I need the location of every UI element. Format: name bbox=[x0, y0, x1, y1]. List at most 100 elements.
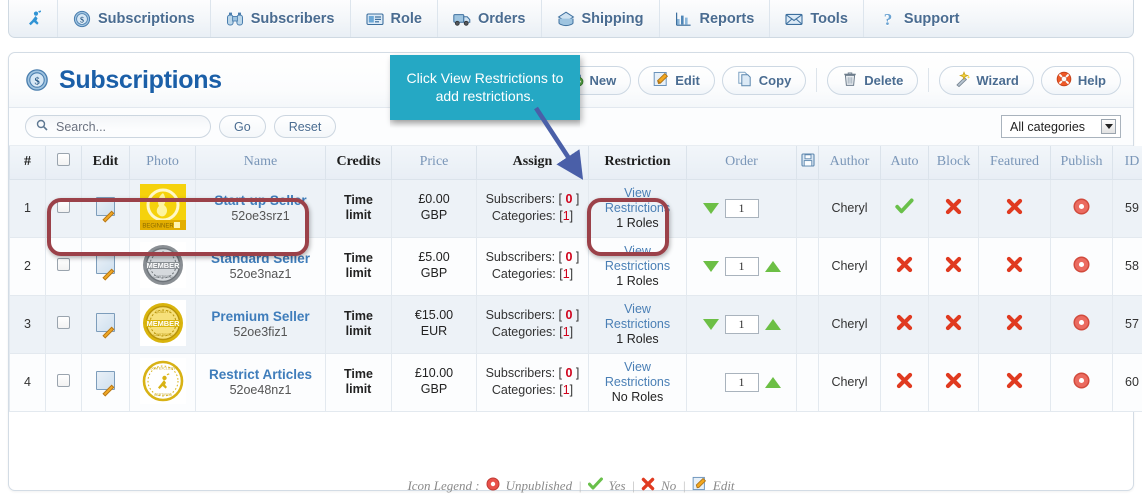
wizard-button[interactable]: Wizard bbox=[939, 65, 1034, 95]
nav-item-support[interactable]: ? Support bbox=[864, 0, 975, 37]
categories-count[interactable]: 1 bbox=[563, 383, 570, 397]
col-header-restriction[interactable]: Restriction bbox=[588, 146, 687, 180]
cell-block[interactable] bbox=[928, 236, 979, 296]
col-header-featured[interactable]: Featured bbox=[978, 146, 1051, 180]
category-select[interactable]: All categories bbox=[1001, 115, 1121, 138]
col-header-auto[interactable]: Auto bbox=[880, 146, 929, 180]
order-input[interactable]: 1 bbox=[724, 256, 759, 276]
order-input[interactable]: 1 bbox=[724, 198, 759, 218]
cell-auto[interactable] bbox=[880, 294, 929, 354]
reset-button[interactable]: Reset bbox=[273, 115, 337, 138]
categories-count[interactable]: 1 bbox=[563, 325, 570, 339]
pencil-edit-icon[interactable] bbox=[96, 197, 115, 216]
col-header-block[interactable]: Block bbox=[928, 146, 979, 180]
subscribers-count[interactable]: 0 bbox=[565, 250, 572, 264]
search-box[interactable] bbox=[25, 115, 211, 138]
row-checkbox[interactable] bbox=[57, 316, 70, 329]
cell-block[interactable] bbox=[928, 178, 979, 238]
col-header-author[interactable]: Author bbox=[818, 146, 881, 180]
nav-item-orders[interactable]: Orders bbox=[438, 0, 542, 37]
order-up-arrow[interactable] bbox=[764, 260, 781, 272]
svg-text:$: $ bbox=[80, 15, 84, 24]
order-up-arrow[interactable] bbox=[764, 318, 781, 330]
cell-publish[interactable] bbox=[1050, 352, 1113, 412]
col-header-id[interactable]: ID bbox=[1112, 146, 1142, 180]
categories-count[interactable]: 1 bbox=[563, 267, 570, 281]
trash-icon bbox=[842, 71, 858, 90]
select-all-checkbox[interactable] bbox=[57, 153, 70, 167]
col-header-save[interactable] bbox=[796, 146, 819, 180]
cell-assign: Subscribers: [ 0 ] Categories: [1] bbox=[476, 178, 589, 238]
pencil-edit-icon[interactable] bbox=[96, 371, 115, 390]
order-up-arrow[interactable] bbox=[764, 376, 781, 388]
row-checkbox[interactable] bbox=[57, 200, 70, 213]
nav-item-home[interactable] bbox=[9, 0, 58, 37]
cell-block[interactable] bbox=[928, 352, 979, 412]
subscription-name-link[interactable]: Start-up Seller bbox=[201, 193, 320, 209]
table-row[interactable]: 1 BEGINNER Start-up Seller 52oe3srz1 Time lim… bbox=[9, 178, 1142, 238]
view-restrictions-link[interactable]: View Restrictions bbox=[594, 360, 681, 391]
subscribers-count[interactable]: 0 bbox=[565, 308, 572, 322]
nav-item-subscriptions[interactable]: $ Subscriptions bbox=[58, 0, 211, 37]
cell-publish[interactable] bbox=[1050, 236, 1113, 296]
cell-edit[interactable] bbox=[81, 178, 130, 238]
cell-edit[interactable] bbox=[81, 236, 130, 296]
order-input[interactable]: 1 bbox=[724, 314, 759, 334]
col-header-publish[interactable]: Publish bbox=[1050, 146, 1113, 180]
col-header-name[interactable]: Name bbox=[195, 146, 326, 180]
edit-button[interactable]: Edit bbox=[638, 65, 715, 95]
cell-featured[interactable] bbox=[978, 294, 1051, 354]
nav-item-shipping[interactable]: Shipping bbox=[542, 0, 660, 37]
delete-button[interactable]: Delete bbox=[827, 65, 919, 95]
subscribers-count[interactable]: 0 bbox=[565, 192, 572, 206]
help-button[interactable]: Help bbox=[1040, 65, 1121, 95]
order-down-arrow[interactable] bbox=[702, 260, 719, 272]
copy-button[interactable]: Copy bbox=[721, 65, 807, 95]
view-restrictions-link[interactable]: View Restrictions bbox=[594, 302, 681, 333]
cell-assign: Subscribers: [ 0 ] Categories: [1] bbox=[476, 236, 589, 296]
nav-item-subscribers[interactable]: Subscribers bbox=[211, 0, 351, 37]
col-header-credits[interactable]: Credits bbox=[325, 146, 392, 180]
cell-edit[interactable] bbox=[81, 294, 130, 354]
categories-count[interactable]: 1 bbox=[563, 209, 570, 223]
col-header-price[interactable]: Price bbox=[391, 146, 477, 180]
table-row[interactable]: 3 MEMBER QUALITY CERTIFIED Premium Seller 52o… bbox=[9, 294, 1142, 354]
cell-block[interactable] bbox=[928, 294, 979, 354]
cell-featured[interactable] bbox=[978, 352, 1051, 412]
table-row[interactable]: 4 JOOM EXCLUSIVE CERTIFIED Restrict Article… bbox=[9, 352, 1142, 412]
view-restrictions-link[interactable]: View Restrictions bbox=[594, 186, 681, 217]
nav-item-tools[interactable]: Tools bbox=[770, 0, 864, 37]
row-checkbox[interactable] bbox=[57, 258, 70, 271]
col-header-assign[interactable]: Assign bbox=[476, 146, 589, 180]
nav-item-reports[interactable]: Reports bbox=[660, 0, 771, 37]
col-header-edit[interactable]: Edit bbox=[81, 146, 130, 180]
cell-edit[interactable] bbox=[81, 352, 130, 412]
cell-auto[interactable] bbox=[880, 178, 929, 238]
subscription-name-link[interactable]: Standard Seller bbox=[201, 251, 320, 267]
order-input[interactable]: 1 bbox=[724, 372, 759, 392]
cell-checkbox bbox=[45, 352, 82, 412]
go-button[interactable]: Go bbox=[219, 115, 266, 138]
cell-featured[interactable] bbox=[978, 178, 1051, 238]
nav-item-role[interactable]: Role bbox=[351, 0, 438, 37]
pencil-edit-icon[interactable] bbox=[96, 313, 115, 332]
subscription-name-link[interactable]: Premium Seller bbox=[201, 309, 320, 325]
search-icon bbox=[36, 118, 48, 136]
col-header-number[interactable]: # bbox=[9, 146, 46, 180]
col-header-order[interactable]: Order bbox=[686, 146, 797, 180]
cell-publish[interactable] bbox=[1050, 294, 1113, 354]
cell-publish[interactable] bbox=[1050, 178, 1113, 238]
cell-featured[interactable] bbox=[978, 236, 1051, 296]
view-restrictions-link[interactable]: View Restrictions bbox=[594, 244, 681, 275]
cell-auto[interactable] bbox=[880, 236, 929, 296]
order-down-arrow[interactable] bbox=[702, 318, 719, 330]
search-input[interactable] bbox=[54, 118, 200, 135]
row-checkbox[interactable] bbox=[57, 374, 70, 387]
table-row[interactable]: 2 MEMBER QUALITY CERTIFIED Standard Seller 52… bbox=[9, 236, 1142, 296]
cell-auto[interactable] bbox=[880, 352, 929, 412]
subscription-name-link[interactable]: Restrict Articles bbox=[201, 367, 320, 383]
col-header-photo[interactable]: Photo bbox=[129, 146, 196, 180]
pencil-edit-icon[interactable] bbox=[96, 255, 115, 274]
order-down-arrow[interactable] bbox=[702, 202, 719, 214]
subscribers-count[interactable]: 0 bbox=[565, 366, 572, 380]
